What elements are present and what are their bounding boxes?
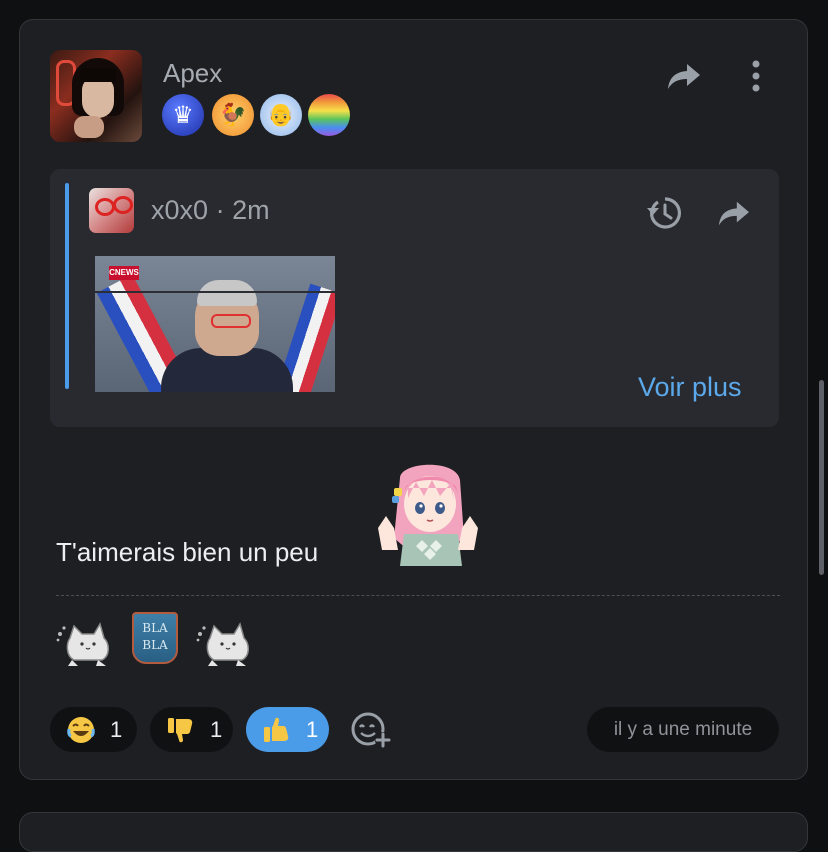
reaction-count: 1: [110, 716, 123, 742]
next-post-card: [19, 812, 808, 852]
crown-badge-icon[interactable]: ♛: [162, 94, 204, 136]
reaction-count: 1: [306, 716, 319, 742]
reaction-count: 1: [210, 716, 223, 742]
cat-emote-icon: [196, 622, 249, 666]
reaction-thumbs-down[interactable]: 1: [150, 707, 233, 752]
thumbs-up-icon: [264, 717, 289, 742]
post-timestamp: il y a une minute: [587, 707, 779, 752]
quoted-author-avatar[interactable]: [89, 188, 134, 233]
rainbow-badge-icon[interactable]: [308, 94, 350, 136]
laughing-face-icon: [67, 716, 95, 743]
meme-face-badge-icon[interactable]: 👴: [260, 94, 302, 136]
quote-accent-bar: [65, 183, 69, 389]
meta-separator: ·: [215, 195, 225, 225]
avatar-face: [82, 76, 114, 118]
reaction-thumbs-up[interactable]: 1: [246, 707, 329, 752]
anime-girl-sticker: [378, 464, 478, 566]
quoted-media-thumbnail[interactable]: CNEWS: [95, 256, 335, 392]
post-card: Apex ♛ 🐓 👴 x0x0 · 2m CNEWS Voir plus T'a…: [19, 19, 808, 780]
add-reaction-icon[interactable]: [349, 710, 393, 750]
message-text: T'aimerais bien un peu: [56, 537, 319, 567]
avatar-glasses-right: [113, 196, 133, 214]
message-divider: [56, 595, 780, 596]
media-hair: [197, 280, 257, 306]
bla-bla-emote: BLA BLA: [132, 612, 178, 664]
share-icon[interactable]: [666, 60, 702, 92]
author-avatar[interactable]: [50, 50, 142, 142]
quote-share-icon[interactable]: [717, 198, 751, 228]
quoted-author-name[interactable]: x0x0: [151, 195, 208, 225]
reaction-laughing[interactable]: 1: [50, 707, 137, 752]
quoted-post[interactable]: x0x0 · 2m CNEWS Voir plus: [50, 169, 779, 427]
see-more-link[interactable]: Voir plus: [638, 372, 742, 403]
history-icon[interactable]: [646, 196, 682, 230]
media-glasses: [211, 314, 251, 328]
thumbs-down-icon: [168, 717, 193, 742]
quoted-post-meta: x0x0 · 2m: [151, 195, 270, 226]
more-options-icon[interactable]: [748, 58, 764, 94]
avatar-bangs: [80, 68, 116, 82]
media-line: [95, 291, 335, 293]
avatar-hand: [74, 116, 104, 138]
cat-emote-icon: [56, 622, 109, 666]
chicken-badge-icon[interactable]: 🐓: [212, 94, 254, 136]
avatar-glasses-left: [95, 198, 115, 216]
quoted-post-time: 2m: [232, 195, 270, 225]
scrollbar[interactable]: [819, 380, 824, 575]
channel-logo: CNEWS: [109, 266, 139, 280]
author-username[interactable]: Apex: [163, 58, 222, 89]
